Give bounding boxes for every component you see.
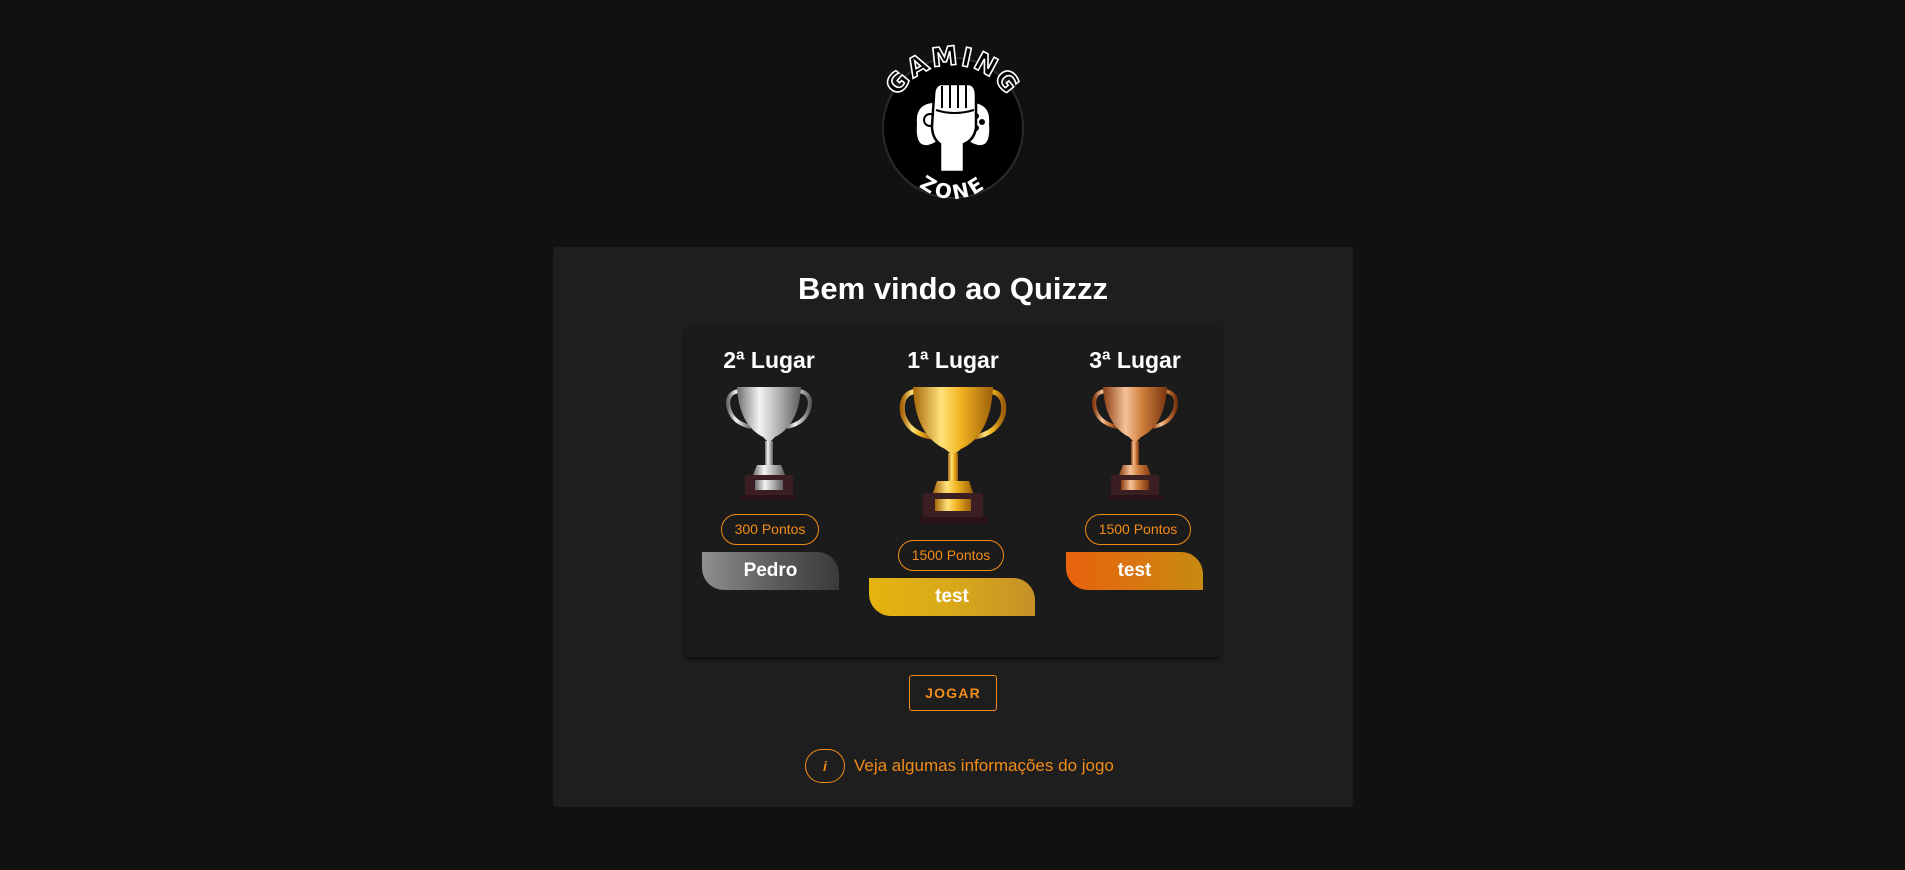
gold-trophy-icon — [899, 383, 1007, 527]
second-place-points: 300 Pontos — [721, 514, 819, 545]
first-place-points: 1500 Pontos — [898, 540, 1004, 571]
game-info-link[interactable]: Veja algumas informações do jogo — [854, 756, 1114, 776]
second-place-title: 2ª Lugar — [723, 347, 815, 373]
page-title: Bem vindo ao Quizzz — [797, 271, 1109, 306]
third-place-points: 1500 Pontos — [1085, 514, 1191, 545]
first-place-title: 1ª Lugar — [907, 347, 999, 373]
second-place-name: Pedro — [702, 552, 839, 590]
leaderboard-podium: 2ª Lugar 300 Pontos Pedro 1ª Lugar 1500 … — [685, 327, 1221, 657]
quiz-card: Bem vindo ao Quizzz 2ª Lugar 300 Pontos … — [553, 247, 1353, 807]
play-button[interactable]: JOGAR — [909, 675, 997, 711]
first-place-name: test — [869, 578, 1035, 616]
silver-trophy-icon — [725, 383, 813, 503]
game-info-row: i Veja algumas informações do jogo — [805, 749, 1114, 783]
info-icon[interactable]: i — [805, 749, 845, 783]
third-place-name: test — [1066, 552, 1203, 590]
gaming-zone-logo: GAMING ZONE — [878, 36, 1028, 212]
bronze-trophy-icon — [1091, 383, 1179, 503]
third-place-title: 3ª Lugar — [1089, 347, 1181, 373]
